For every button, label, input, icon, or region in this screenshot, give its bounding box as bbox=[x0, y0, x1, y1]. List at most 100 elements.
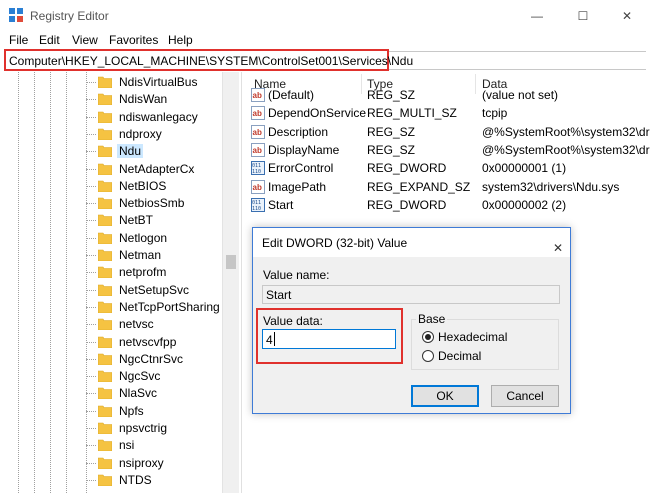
folder-icon bbox=[98, 197, 112, 210]
maximize-button[interactable]: ☐ bbox=[560, 0, 606, 31]
tree-connector bbox=[86, 255, 96, 256]
tree-item[interactable]: NlaSvc bbox=[86, 385, 236, 402]
value-row[interactable]: ab Description REG_SZ @%SystemRoot%\system3… bbox=[247, 123, 650, 141]
tree-item[interactable]: netvsc bbox=[86, 316, 236, 333]
tree-item[interactable]: NdisVirtualBus bbox=[86, 74, 236, 91]
menu-view[interactable]: View bbox=[72, 33, 98, 47]
value-type: REG_SZ bbox=[367, 124, 416, 139]
value-row[interactable]: 011 110 Start REG_DWORD 0x00000002 (2) bbox=[247, 196, 650, 214]
tree-scrollbar[interactable] bbox=[222, 72, 239, 493]
value-name: ImagePath bbox=[268, 179, 327, 194]
tree-connector bbox=[86, 445, 96, 447]
tree-item[interactable]: NetTcpPortSharing bbox=[86, 299, 236, 316]
base-groupbox: Base bbox=[411, 312, 559, 370]
ok-button[interactable]: OK bbox=[411, 385, 479, 407]
address-bar-empty-area[interactable] bbox=[389, 51, 646, 70]
tree-connector bbox=[86, 341, 96, 343]
tree-connector bbox=[86, 185, 96, 187]
dialog-close-button[interactable]: ✕ bbox=[544, 233, 563, 255]
tree-item[interactable]: Netman bbox=[86, 247, 236, 264]
tree-guide-line bbox=[66, 72, 67, 493]
tree-connector bbox=[86, 376, 96, 378]
folder-icon bbox=[98, 474, 112, 486]
cancel-button[interactable]: Cancel bbox=[491, 385, 559, 407]
tree-item-label: npsvctrig bbox=[119, 421, 168, 435]
tree-item[interactable]: npsvctrig bbox=[86, 420, 236, 437]
tree-item[interactable]: ndproxy bbox=[86, 126, 236, 143]
value-row[interactable]: ab ImagePath REG_EXPAND_SZ system32\drivers… bbox=[247, 178, 650, 196]
tree-connector bbox=[86, 289, 96, 291]
tree-item[interactable]: ndiswanlegacy bbox=[86, 109, 236, 126]
tree-item[interactable]: NgcSvc bbox=[86, 368, 236, 385]
value-row[interactable]: ab (Default) REG_SZ (value not set) bbox=[247, 86, 650, 104]
menu-edit[interactable]: Edit bbox=[39, 33, 60, 47]
tree-connector bbox=[86, 479, 96, 481]
tree-item[interactable]: NetAdapterCx bbox=[86, 161, 236, 178]
address-bar[interactable]: Computer\HKEY_LOCAL_MACHINE\SYSTEM\Contr… bbox=[4, 49, 413, 71]
folder-icon bbox=[98, 93, 112, 106]
menu-file[interactable]: File bbox=[9, 33, 28, 47]
menu-help[interactable]: Help bbox=[168, 33, 193, 47]
tree-item-label: NetAdapterCx bbox=[119, 161, 195, 176]
hexadecimal-label[interactable]: Hexadecimal bbox=[438, 330, 507, 344]
key-tree[interactable]: NdisVirtualBus NdisWan ndiswanlegacy ndprox… bbox=[4, 72, 240, 493]
tree-item[interactable]: netprofm bbox=[86, 264, 236, 281]
value-data-input[interactable]: 4 bbox=[262, 329, 396, 349]
tree-guide-line bbox=[18, 72, 19, 493]
folder-icon bbox=[98, 76, 112, 88]
tree-connector bbox=[86, 133, 96, 135]
tree-connector bbox=[86, 358, 96, 360]
tree-item-label: NetBIOS bbox=[119, 178, 167, 193]
text-cursor bbox=[274, 332, 275, 346]
tree-item[interactable]: NetSetupSvc bbox=[86, 282, 236, 299]
tree-item-label: NdisWan bbox=[119, 92, 168, 107]
folder-icon bbox=[98, 128, 112, 140]
decimal-label[interactable]: Decimal bbox=[438, 349, 481, 363]
tree-item[interactable]: NgcCtnrSvc bbox=[86, 351, 236, 368]
decimal-radio[interactable] bbox=[422, 350, 434, 362]
close-button[interactable]: ✕ bbox=[604, 0, 650, 31]
tree-item[interactable]: NetbiosSmb bbox=[86, 195, 236, 212]
tree-item[interactable]: NTDS bbox=[86, 472, 236, 489]
tree-item-label: NetbiosSmb bbox=[119, 196, 185, 211]
value-data: @%SystemRoot%\system32\driv bbox=[482, 142, 650, 157]
tree-item[interactable]: NetBIOS bbox=[86, 178, 236, 195]
tree-item[interactable]: NetBT bbox=[86, 212, 236, 229]
tree-connector bbox=[86, 462, 96, 464]
folder-icon bbox=[98, 111, 112, 123]
tree-item[interactable]: Ndu bbox=[86, 143, 236, 160]
value-data: system32\drivers\Ndu.sys bbox=[482, 179, 620, 194]
tree-item[interactable]: Netlogon bbox=[86, 230, 236, 247]
svg-text:ab: ab bbox=[253, 183, 262, 192]
tree-connector bbox=[86, 220, 96, 222]
value-row[interactable]: 011 110 ErrorControl REG_DWORD 0x00000001 (1… bbox=[247, 159, 650, 177]
tree-item[interactable]: Npfs bbox=[86, 403, 236, 420]
pane-splitter[interactable] bbox=[241, 72, 246, 493]
binary-value-icon: 011110 bbox=[251, 161, 265, 176]
folder-icon bbox=[98, 266, 112, 279]
tree-item-label: NlaSvc bbox=[119, 386, 158, 401]
hexadecimal-radio[interactable] bbox=[422, 331, 434, 343]
tree-connector bbox=[86, 151, 96, 153]
tree-item[interactable]: NdisWan bbox=[86, 91, 236, 108]
value-data-text: 4 bbox=[266, 333, 273, 347]
value-row[interactable]: ab DependOnService REG_MULTI_SZ tcpip bbox=[247, 104, 650, 122]
string-value-icon: ab bbox=[251, 142, 265, 157]
svg-text:ab: ab bbox=[253, 146, 262, 155]
value-row[interactable]: ab DisplayName REG_SZ @%SystemRoot%\system3… bbox=[247, 141, 650, 159]
value-name-label: Value name: bbox=[263, 268, 330, 282]
tree-item-label: nsi bbox=[119, 438, 135, 453]
tree-connector bbox=[86, 272, 96, 274]
string-value-icon: ab bbox=[251, 124, 265, 139]
tree-item-label: NdisVirtualBus bbox=[119, 75, 198, 89]
svg-text:ab: ab bbox=[253, 91, 262, 100]
tree-item-label: NetBT bbox=[119, 213, 154, 228]
menu-favorites[interactable]: Favorites bbox=[109, 33, 158, 47]
minimize-button[interactable]: — bbox=[514, 0, 560, 31]
tree-item[interactable]: netvscvfpp bbox=[86, 334, 236, 351]
scrollbar-thumb[interactable] bbox=[226, 255, 236, 269]
tree-item-label: NetSetupSvc bbox=[119, 282, 190, 297]
tree-item[interactable]: nsiproxy bbox=[86, 455, 236, 472]
tree-item[interactable]: nsi bbox=[86, 437, 236, 454]
folder-icon bbox=[98, 439, 112, 452]
